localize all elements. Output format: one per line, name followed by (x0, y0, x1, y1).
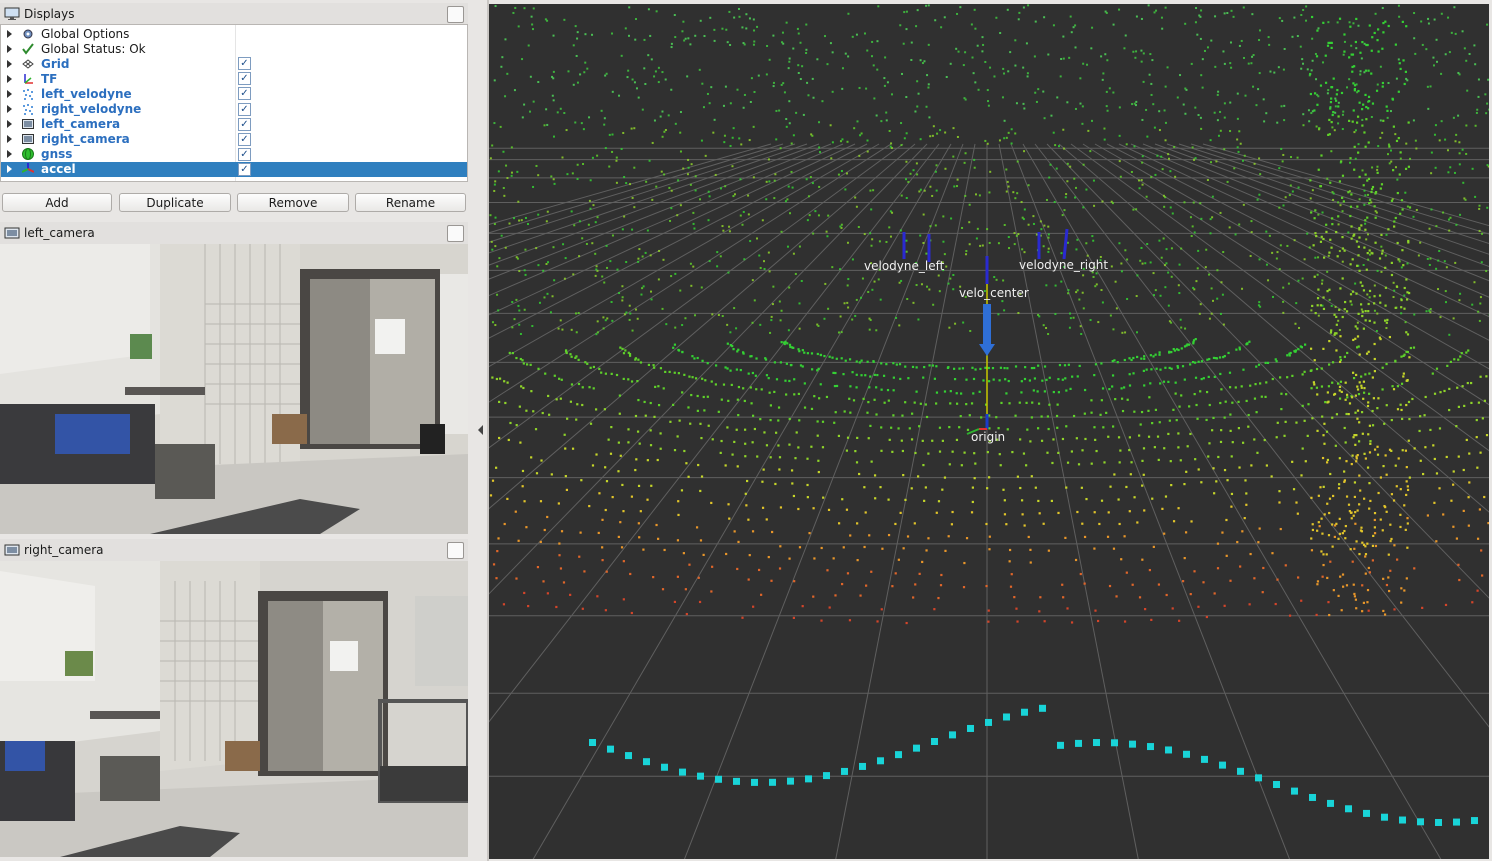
display-item-global-status-ok[interactable]: Global Status: Ok (1, 41, 467, 56)
display-item-label: Global Status: Ok (41, 41, 146, 56)
display-item-gnss[interactable]: gnss ✓ (1, 147, 467, 162)
gnss-icon (21, 148, 35, 161)
display-item-left-camera[interactable]: left_camera ✓ (1, 117, 467, 132)
enable-checkbox[interactable]: ✓ (238, 162, 251, 176)
add-button[interactable]: Add (2, 193, 112, 212)
enable-checkbox[interactable]: ✓ (238, 102, 251, 116)
display-item-label: left_velodyne (41, 86, 132, 101)
display-item-grid[interactable]: Grid ✓ (1, 56, 467, 71)
display-item-label: right_camera (41, 132, 130, 147)
accel-icon (21, 163, 35, 176)
display-item-global-options[interactable]: Global Options (1, 26, 467, 41)
pointcloud-icon (21, 87, 35, 100)
left-camera-panel-title: left_camera (24, 226, 95, 240)
tf-axes-icon (21, 72, 35, 85)
left-camera-undock-button[interactable] (447, 225, 464, 242)
gear-icon (21, 27, 35, 40)
display-item-label: left_camera (41, 117, 121, 132)
camera-icon (21, 118, 35, 131)
display-item-label: Global Options (41, 26, 130, 41)
checkmark-icon (21, 42, 35, 55)
expand-arrow-icon[interactable] (7, 135, 12, 144)
monitor-icon (4, 7, 20, 20)
expand-arrow-icon[interactable] (7, 105, 12, 113)
right-camera-image (0, 561, 468, 857)
duplicate-button[interactable]: Duplicate (119, 193, 231, 212)
displays-undock-button[interactable] (447, 6, 464, 23)
left-camera-image (0, 244, 468, 534)
pointcloud-points (489, 4, 1489, 826)
camera-icon (4, 227, 20, 239)
right-camera-panel-title: right_camera (24, 543, 104, 557)
expand-arrow-icon[interactable] (7, 150, 12, 159)
frame-label-velodyne-left: velodyne_left (864, 259, 945, 273)
camera-icon (4, 544, 20, 556)
enable-checkbox[interactable]: ✓ (238, 72, 251, 86)
enable-checkbox[interactable]: ✓ (238, 147, 251, 161)
pointcloud-icon (21, 103, 35, 116)
displays-panel-title: Displays (24, 7, 75, 21)
display-item-accel[interactable]: accel ✓ (1, 161, 467, 177)
frame-label-velo-center: velo_center (959, 286, 1029, 300)
rename-button[interactable]: Rename (355, 193, 466, 212)
enable-checkbox[interactable]: ✓ (238, 117, 251, 131)
display-item-label: gnss (41, 147, 73, 162)
frame-label-origin: origin (971, 430, 1005, 444)
left-camera-panel-header: left_camera (0, 222, 468, 245)
expand-arrow-icon[interactable] (7, 44, 12, 53)
expand-arrow-icon[interactable] (7, 74, 12, 83)
pointcloud-scene: velodyne_left velodyne_right velo_center… (489, 4, 1489, 859)
right-camera-undock-button[interactable] (447, 542, 464, 559)
display-item-label: right_velodyne (41, 102, 142, 116)
right-camera-panel-header: right_camera (0, 539, 468, 562)
display-item-left-velodyne[interactable]: left_velodyne ✓ (1, 86, 467, 101)
3d-viewport[interactable]: velodyne_left velodyne_right velo_center… (489, 4, 1489, 859)
display-item-label: Grid (41, 56, 70, 71)
display-item-label: TF (41, 71, 58, 86)
displays-tree[interactable]: Global Options Global Status: Ok Grid ✓ TF ✓ l… (0, 24, 468, 182)
displays-panel-header: Displays (0, 3, 468, 26)
camera-icon (21, 133, 35, 146)
grid-icon (21, 57, 35, 70)
expand-arrow-icon[interactable] (7, 59, 12, 68)
frame-label-velodyne-right: velodyne_right (1019, 258, 1108, 272)
enable-checkbox[interactable]: ✓ (238, 57, 251, 71)
expand-arrow-icon[interactable] (7, 29, 12, 38)
enable-checkbox[interactable]: ✓ (238, 132, 251, 146)
remove-button[interactable]: Remove (237, 193, 349, 212)
expand-arrow-icon[interactable] (7, 89, 12, 98)
expand-arrow-icon[interactable] (7, 165, 12, 174)
display-item-right-velodyne[interactable]: right_velodyne ✓ (1, 102, 467, 117)
enable-checkbox[interactable]: ✓ (238, 87, 251, 101)
display-item-tf[interactable]: TF ✓ (1, 71, 467, 86)
panel-collapse-arrow[interactable] (478, 425, 483, 435)
display-item-right-camera[interactable]: right_camera ✓ (1, 132, 467, 147)
display-item-label: accel (41, 162, 76, 177)
expand-arrow-icon[interactable] (7, 120, 12, 129)
